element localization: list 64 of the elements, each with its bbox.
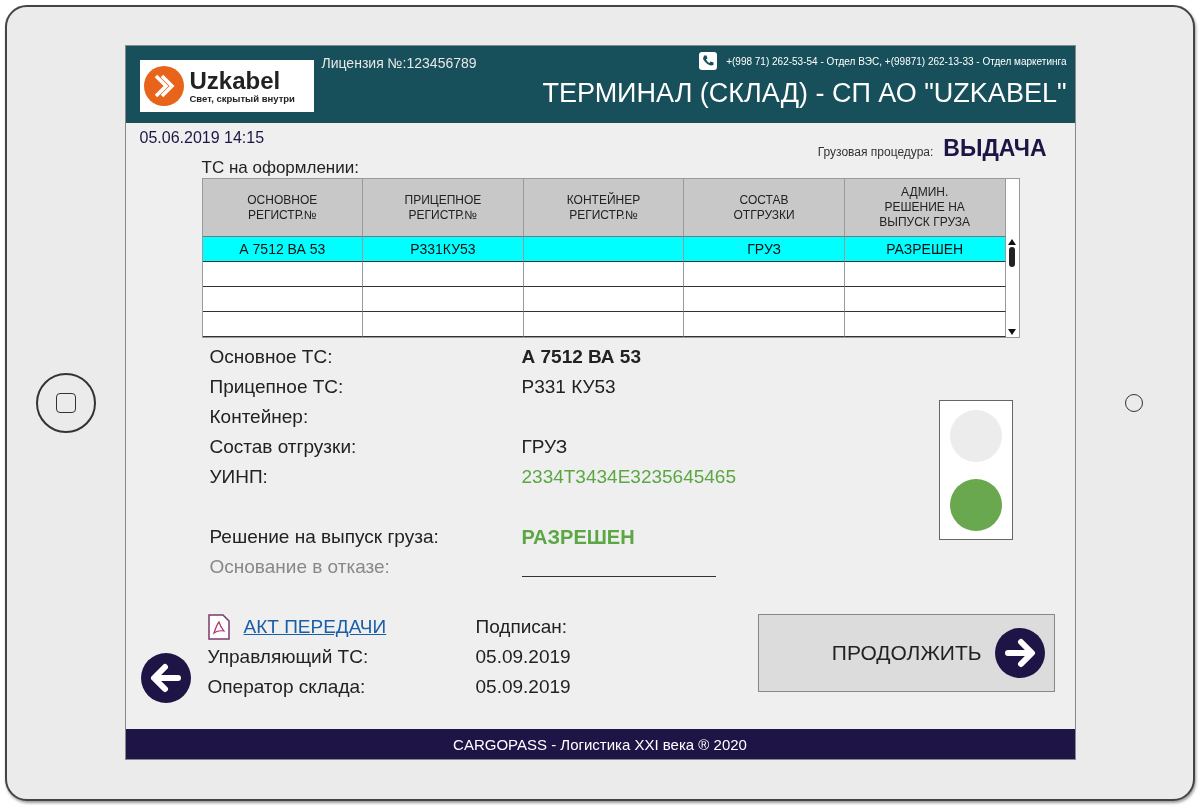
table-cell[interactable] <box>363 312 524 337</box>
column-header: СОСТАВ ОТГРУЗКИ <box>684 179 845 237</box>
procedure-value: ВЫДАЧА <box>943 135 1047 162</box>
table-cell[interactable] <box>523 287 685 312</box>
signed-label: Подписан: <box>475 616 568 638</box>
footer-text: CARGOPASS - Логистика XXI века ® 2020 <box>453 735 747 753</box>
table-cell[interactable] <box>684 287 845 312</box>
table-cell[interactable] <box>363 262 524 287</box>
home-button[interactable] <box>35 373 96 433</box>
table-cell[interactable] <box>363 287 524 312</box>
table-cell[interactable] <box>684 312 845 337</box>
scroll-thumb[interactable] <box>1009 247 1015 267</box>
table-cell[interactable] <box>523 312 685 337</box>
table-cell[interactable]: ГРУЗ <box>684 237 845 262</box>
field-label: Прицепное ТС: <box>209 376 345 398</box>
table-cell[interactable] <box>844 262 1006 287</box>
table-cell[interactable] <box>202 287 364 312</box>
phone-icon <box>699 52 718 70</box>
field-label: УИНП: <box>209 466 269 488</box>
field-value: 2334Т3434Е3235645465 <box>521 466 736 488</box>
column-header: ОСНОВНОЕ РЕГИСТР.№ <box>202 179 364 237</box>
field-label: Состав отгрузки: <box>209 436 358 458</box>
logo-mark-icon <box>143 66 184 106</box>
scroll-up-icon[interactable] <box>1008 239 1016 245</box>
table-cell[interactable] <box>202 312 364 337</box>
back-button[interactable] <box>139 652 192 704</box>
field-label: Основание в отказе: <box>209 556 391 578</box>
signed-date: 05.09.2019 <box>475 676 571 698</box>
table-cell[interactable] <box>202 262 364 287</box>
column-header: ПРИЦЕПНОЕ РЕГИСТР.№ <box>363 179 524 237</box>
logo-name: Uzkabel <box>189 67 282 94</box>
pdf-icon <box>207 614 230 640</box>
table-cell[interactable] <box>844 312 1006 337</box>
column-header: АДМИН. РЕШЕНИЕ НА ВЫПУСК ГРУЗА <box>844 179 1006 237</box>
field-value: ГРУЗ <box>521 436 568 458</box>
table-cell[interactable]: А 7512 ВА 53 <box>202 237 364 262</box>
table-cell[interactable] <box>523 262 685 287</box>
signed-date: 05.09.2019 <box>475 646 571 668</box>
table-cell[interactable] <box>844 287 1006 312</box>
table-cell[interactable]: Р331КУ53 <box>363 237 524 262</box>
date-time: 05.06.2019 14:15 <box>139 129 265 147</box>
procedure-label: Грузовая процедура: <box>817 145 934 159</box>
table-title: ТС на оформлении: <box>201 158 360 178</box>
license-number: Лицензия №:123456789 <box>321 55 477 71</box>
field-label: Контейнер: <box>209 406 310 428</box>
column-header: КОНТЕЙНЕР РЕГИСТР.№ <box>523 179 685 237</box>
field-value: РАЗРЕШЕН <box>521 525 635 549</box>
arrow-right-icon <box>993 627 1046 679</box>
arrow-left-icon <box>139 652 192 704</box>
field-label: Основное ТС: <box>209 346 334 368</box>
table-cell[interactable] <box>523 237 685 262</box>
terminal-title: ТЕРМИНАЛ (СКЛАД) - СП АО "UZKABEL" <box>542 78 1067 109</box>
table-cell[interactable]: РАЗРЕШЕН <box>844 237 1006 262</box>
field-label: Решение на выпуск груза: <box>209 526 440 548</box>
field-value: Р331 КУ53 <box>521 376 616 398</box>
continue-button[interactable]: ПРОДОЛЖИТЬ <box>757 614 1055 692</box>
table-cell[interactable] <box>684 262 845 287</box>
signer-role: Оператор склада: <box>207 676 367 698</box>
logo-slogan: Свет, скрытый внутри <box>189 93 295 105</box>
contact-phones: +(998 71) 262-53-54 - Отдел ВЭС, +(99871) 262-13-33 - Отдел маркетинга <box>726 55 1067 67</box>
signer-role: Управляющий ТС: <box>207 646 370 668</box>
field-value: А 7512 ВА 53 <box>521 346 641 368</box>
scroll-down-icon[interactable] <box>1008 329 1016 335</box>
act-link[interactable]: АКТ ПЕРЕДАЧИ <box>243 616 387 638</box>
